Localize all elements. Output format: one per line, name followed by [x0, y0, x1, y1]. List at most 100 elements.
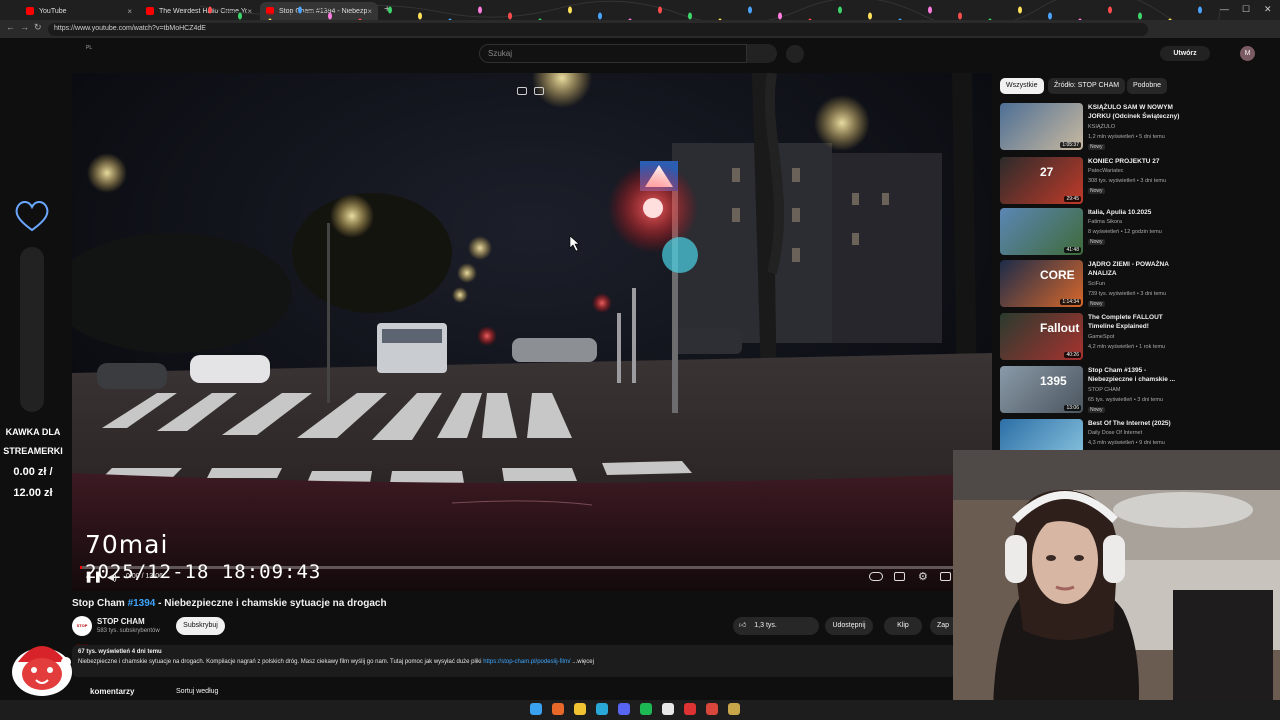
- share-button[interactable]: Udostępnij: [825, 617, 873, 635]
- recommendation-thumbnail[interactable]: 1:05:37: [1000, 103, 1083, 150]
- file-explorer-icon[interactable]: [574, 703, 586, 715]
- firefox-icon[interactable]: [552, 703, 564, 715]
- minimize-button[interactable]: —: [1220, 4, 1229, 14]
- close-icon[interactable]: ×: [247, 7, 252, 16]
- channel-name[interactable]: STOP CHAM: [97, 617, 145, 626]
- recommendation-meta: 4,3 mln wyświetleń • 9 dni temu: [1088, 440, 1165, 446]
- recommendation-channel[interactable]: Daily Dose Of Internet: [1088, 430, 1142, 436]
- close-icon[interactable]: ×: [127, 7, 132, 16]
- recommendation-thumbnail[interactable]: CORE 1:14:34: [1000, 260, 1083, 307]
- calendar-icon[interactable]: [684, 703, 696, 715]
- recommendation-channel[interactable]: STOP CHAM: [1088, 387, 1121, 393]
- recommendation-item[interactable]: 1:05:37 KSIĄŻULO SAM W NOWYM JORKU (Odcin…: [1000, 103, 1190, 151]
- create-button[interactable]: Utwórz: [1160, 46, 1210, 61]
- donation-goal-amount: 0.00 zł / 12.00 zł: [13, 466, 53, 499]
- video-title-rest: - Niebezpieczne i chamskie sytuacje na d…: [155, 598, 387, 609]
- recommendation-title[interactable]: The Complete FALLOUT Timeline Explained!: [1088, 313, 1188, 331]
- recommendation-channel[interactable]: Fatima Sikora: [1088, 219, 1122, 225]
- browser-tab-strip: YouTube × The Weirdest Hallo Crime YouTu…: [0, 0, 1280, 20]
- recommendation-channel[interactable]: KSIĄŻULO: [1088, 124, 1115, 130]
- like-button[interactable]: 👍︎ 1,3 tys.: [733, 617, 819, 635]
- duration-badge: 13:06: [1064, 405, 1081, 411]
- new-tab-button[interactable]: +: [384, 3, 390, 15]
- chip-source[interactable]: Źródło: STOP CHAM: [1048, 78, 1126, 94]
- recommendation-title[interactable]: Best Of The Internet (2025): [1088, 419, 1188, 428]
- recommendation-thumbnail[interactable]: 41:48: [1000, 208, 1083, 255]
- close-icon[interactable]: ×: [367, 7, 372, 16]
- windows-start-icon[interactable]: [530, 703, 542, 715]
- miniplayer-toggle-icon[interactable]: [940, 572, 951, 581]
- duration-badge: 1:05:37: [1060, 142, 1081, 148]
- recommendation-title[interactable]: Stop Cham #1395 - Niebezpieczne i chamsk…: [1088, 366, 1188, 384]
- clip-button[interactable]: Klip: [884, 617, 922, 635]
- recommendation-meta: 8 wyświetleń • 12 godzin temu: [1088, 229, 1162, 235]
- close-window-button[interactable]: ✕: [1264, 4, 1272, 15]
- recommendation-thumbnail[interactable]: 1395 13:06: [1000, 366, 1083, 413]
- maximize-button[interactable]: ☐: [1242, 4, 1250, 15]
- thumbnail-text: Fallout: [1040, 321, 1080, 335]
- tab-label: YouTube: [39, 7, 67, 15]
- recommendation-meta: 1,2 mln wyświetleń • 5 dni temu: [1088, 134, 1165, 140]
- thumbs-up-icon: 👍︎: [739, 622, 747, 629]
- address-bar[interactable]: https://www.youtube.com/watch?v=tbMoHCZ4…: [48, 23, 1148, 36]
- progress-bar[interactable]: [80, 566, 960, 569]
- recommendation-thumbnail[interactable]: Fallout 40:26: [1000, 313, 1083, 360]
- reload-icon[interactable]: ↻: [34, 22, 42, 33]
- duration-badge: 41:48: [1064, 247, 1081, 253]
- recommendation-channel[interactable]: GameSpot: [1088, 334, 1114, 340]
- recommendation-channel[interactable]: SciFun: [1088, 281, 1105, 287]
- settings-gear-icon[interactable]: ⚙: [918, 570, 928, 583]
- chrome-icon[interactable]: [706, 703, 718, 715]
- theater-icon[interactable]: [534, 87, 544, 95]
- channel-avatar[interactable]: STOP CHAM: [72, 616, 92, 648]
- obs-icon[interactable]: [728, 703, 740, 715]
- recommendation-title[interactable]: JĄDRO ZIEMI - POWAŻNA ANALIZA: [1088, 260, 1188, 278]
- volume-icon[interactable]: ◀): [107, 572, 117, 583]
- recommendation-thumbnail[interactable]: 27 29:45: [1000, 157, 1083, 204]
- thumbnail-text: 27: [1040, 165, 1054, 179]
- pause-icon[interactable]: ❚❚: [84, 570, 102, 583]
- browser-tab[interactable]: YouTube ×: [20, 2, 138, 20]
- recommendation-item[interactable]: 41:48 Italia, Apulia 10.2025 Fatima Sikora…: [1000, 208, 1190, 256]
- discord-icon[interactable]: [618, 703, 630, 715]
- search-input[interactable]: Szukaj: [479, 44, 747, 63]
- avatar[interactable]: M: [1240, 46, 1255, 61]
- forward-icon[interactable]: →: [20, 22, 29, 32]
- subscribe-button[interactable]: Subskrybuj: [176, 617, 225, 635]
- video-player[interactable]: [72, 73, 992, 591]
- recommendation-title[interactable]: KONIEC PROJEKTU 27: [1088, 157, 1188, 166]
- recommendation-title[interactable]: Italia, Apulia 10.2025: [1088, 208, 1188, 217]
- autoplay-toggle[interactable]: [869, 572, 883, 581]
- new-badge: Nowy: [1088, 188, 1105, 194]
- recommendation-item[interactable]: 27 29:45 KONIEC PROJEKTU 27 PatecWariatec 30…: [1000, 157, 1190, 205]
- video-title-hashtag[interactable]: #1394: [128, 598, 156, 609]
- recommendation-item[interactable]: 1395 13:06 Stop Cham #1395 - Niebezpieczne…: [1000, 366, 1190, 414]
- browser-tab-active[interactable]: Stop Cham #1394 - Niebezpiecz ×: [260, 2, 378, 20]
- sort-comments-button[interactable]: Sortuj według: [176, 688, 218, 695]
- show-more-link[interactable]: ...więcej: [571, 659, 594, 665]
- description-link[interactable]: https://stop-cham.pl/podeslij-film/: [483, 659, 570, 665]
- chip-related[interactable]: Podobne: [1127, 78, 1168, 94]
- recommendation-title[interactable]: KSIĄŻULO SAM W NOWYM JORKU (Odcinek Świą…: [1088, 103, 1188, 121]
- notion-icon[interactable]: [662, 703, 674, 715]
- recommendation-item[interactable]: CORE 1:14:34 JĄDRO ZIEMI - POWAŻNA ANALIZA…: [1000, 260, 1190, 308]
- recommendation-item[interactable]: Fallout 40:26 The Complete FALLOUT Timelin…: [1000, 313, 1190, 361]
- webcam-image: [953, 450, 1280, 720]
- browser-tab[interactable]: The Weirdest Hallo Crime YouTub ×: [140, 2, 258, 20]
- recommendation-channel[interactable]: PatecWariatec: [1088, 168, 1124, 174]
- progress-fill: [80, 566, 82, 569]
- spotify-icon[interactable]: [640, 703, 652, 715]
- edge-icon[interactable]: [596, 703, 608, 715]
- chip-all[interactable]: Wszystkie: [1000, 78, 1044, 94]
- back-icon[interactable]: ←: [6, 22, 15, 32]
- subtitles-icon[interactable]: [894, 572, 905, 581]
- voice-search-button[interactable]: [786, 45, 804, 63]
- donation-goal-title: KAWKA DLA STREAMERKI: [3, 427, 63, 456]
- dashcam-brand-watermark: 70mai: [85, 530, 169, 559]
- new-badge: Nowy: [1088, 144, 1105, 150]
- time-display: 0:00 / 13:06: [126, 573, 163, 580]
- recommendation-meta: 4,2 mln wyświetleń • 1 rok temu: [1088, 344, 1166, 350]
- miniplayer-icon[interactable]: [517, 87, 527, 95]
- thumbnail-text: CORE: [1040, 268, 1075, 282]
- search-button[interactable]: [726, 44, 777, 63]
